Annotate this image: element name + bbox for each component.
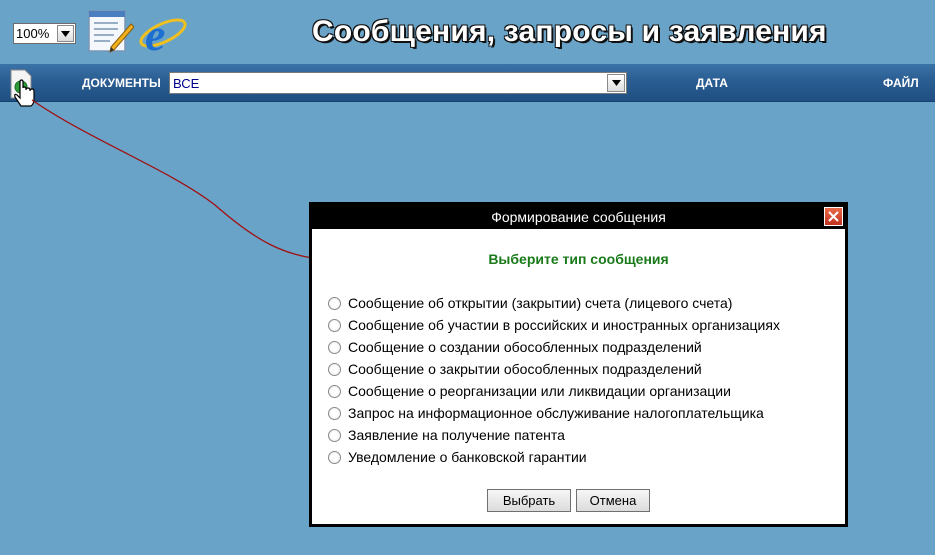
dialog-titlebar: Формирование сообщения (312, 205, 845, 229)
zoom-select[interactable]: 100% (13, 23, 76, 44)
svg-text:e: e (145, 9, 165, 56)
date-column-header[interactable]: ДАТА (696, 76, 728, 90)
option-label: Запрос на информационное обслуживание на… (348, 405, 764, 421)
option-label: Заявление на получение патента (348, 427, 565, 443)
option-patent-application[interactable]: Заявление на получение патента (328, 424, 780, 446)
option-label: Сообщение о закрытии обособленных подраз… (348, 361, 702, 377)
internet-explorer-icon[interactable]: e (138, 8, 188, 60)
radio-button[interactable] (328, 384, 341, 398)
file-column-header[interactable]: ФАЙЛ (883, 76, 919, 90)
radio-button[interactable] (328, 428, 341, 442)
option-reorganization[interactable]: Сообщение о реорганизации или ликвидации… (328, 380, 780, 402)
page-title: Сообщения, запросы и заявления (312, 15, 827, 48)
radio-button[interactable] (328, 450, 341, 464)
select-button[interactable]: Выбрать (487, 489, 571, 512)
message-type-dialog: Формирование сообщения Выберите тип сооб… (309, 202, 848, 527)
radio-button[interactable] (328, 406, 341, 420)
option-label: Сообщение о создании обособленных подраз… (348, 339, 702, 355)
option-label: Сообщение о реорганизации или ликвидации… (348, 383, 731, 399)
chevron-down-icon[interactable] (607, 74, 625, 92)
option-label: Сообщение об открытии (закрытии) счета (… (348, 295, 733, 311)
message-type-options: Сообщение об открытии (закрытии) счета (… (328, 292, 780, 468)
radio-button[interactable] (328, 340, 341, 354)
dialog-title: Формирование сообщения (491, 209, 666, 225)
option-bank-guarantee[interactable]: Уведомление о банковской гарантии (328, 446, 780, 468)
documents-filter-select[interactable]: ВСЕ (169, 72, 627, 94)
close-icon (828, 211, 839, 222)
option-info-service-request[interactable]: Запрос на информационное обслуживание на… (328, 402, 780, 424)
radio-button[interactable] (328, 362, 341, 376)
option-subdivision-creation[interactable]: Сообщение о создании обособленных подраз… (328, 336, 780, 358)
chevron-down-icon[interactable] (57, 25, 74, 42)
option-participation[interactable]: Сообщение об участии в российских и инос… (328, 314, 780, 336)
dialog-heading: Выберите тип сообщения (488, 251, 669, 267)
cancel-button[interactable]: Отмена (576, 489, 650, 512)
new-document-button[interactable] (9, 68, 39, 112)
radio-button[interactable] (328, 318, 341, 332)
option-subdivision-closing[interactable]: Сообщение о закрытии обособленных подраз… (328, 358, 780, 380)
dialog-close-button[interactable] (824, 207, 843, 226)
radio-button[interactable] (328, 296, 341, 310)
option-account-opening[interactable]: Сообщение об открытии (закрытии) счета (… (328, 292, 780, 314)
notepad-icon[interactable] (88, 10, 135, 54)
option-label: Уведомление о банковской гарантии (348, 449, 587, 465)
option-label: Сообщение об участии в российских и инос… (348, 317, 780, 333)
documents-filter-value: ВСЕ (173, 75, 200, 91)
documents-label: ДОКУМЕНТЫ (82, 76, 161, 90)
zoom-value: 100% (16, 26, 50, 41)
